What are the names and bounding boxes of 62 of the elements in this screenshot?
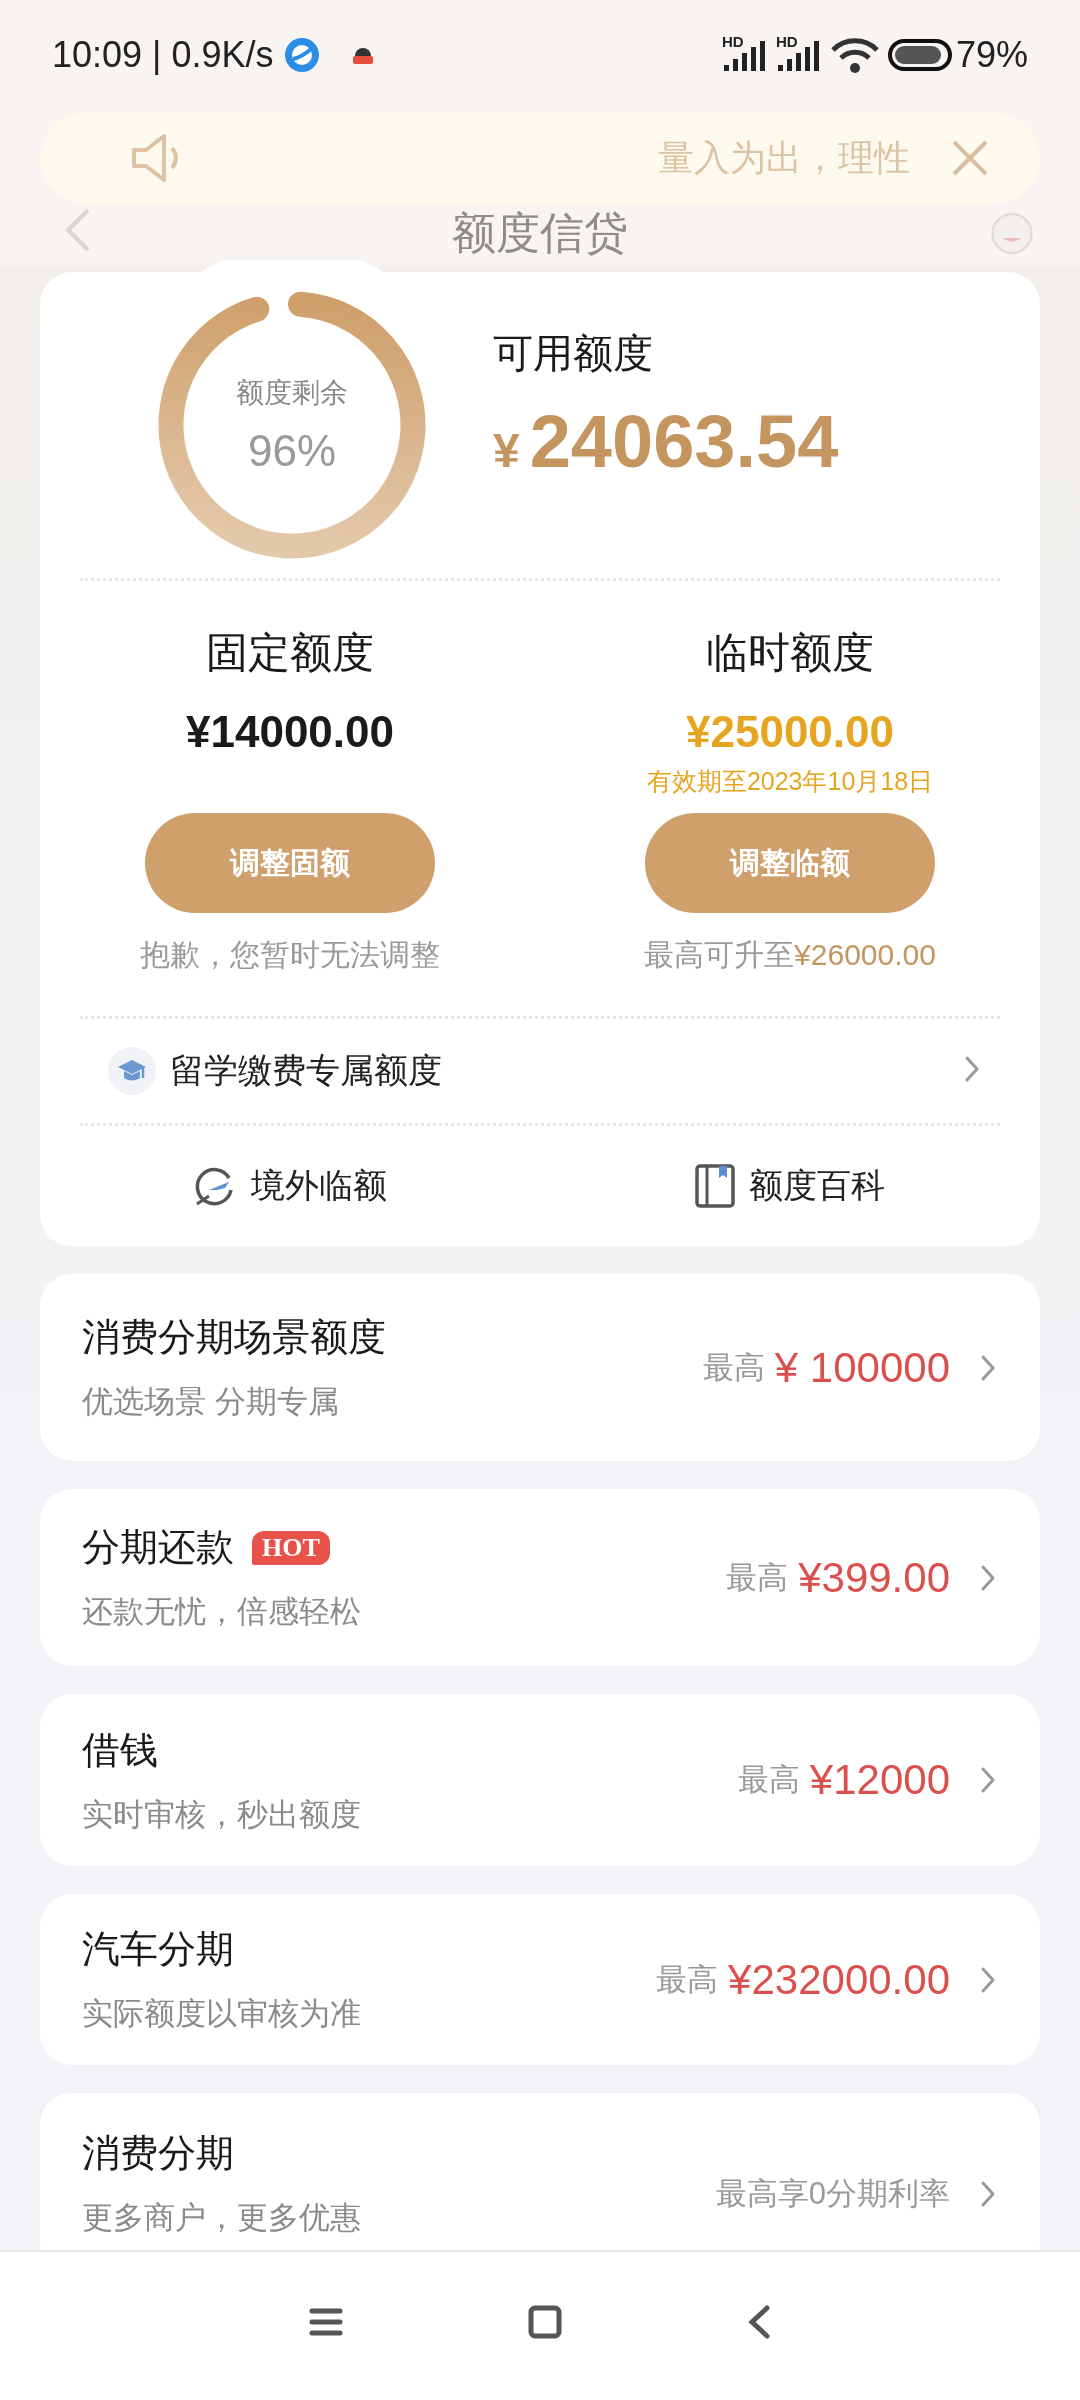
chevron-right-icon	[980, 1563, 996, 1592]
ring-percent: 96%	[247, 426, 337, 476]
available-amount: 24063.54	[529, 399, 839, 484]
study-fee-row[interactable]: 留学缴费专属额度	[40, 1019, 1040, 1123]
max-amount: ¥26000.00	[794, 938, 936, 971]
chevron-right-icon	[980, 1766, 996, 1794]
max-amount: ¥399.00	[798, 1553, 950, 1602]
product-card[interactable]: 分期还款 HOT 还款无忧，倍感轻松 最高 ¥399.00	[40, 1489, 1040, 1666]
available-label: 可用额度	[493, 330, 654, 377]
book-icon	[695, 1164, 735, 1208]
note-text: 最高可升至	[644, 938, 795, 971]
product-title: 分期还款	[82, 1525, 234, 1570]
validity-date: 有效期至2023年10月18日	[646, 766, 934, 795]
limit-title: 固定额度	[206, 628, 374, 678]
chevron-right-icon	[964, 1054, 980, 1083]
menu-icon[interactable]	[309, 2307, 343, 2337]
hot-badge: HOT	[252, 1530, 330, 1565]
ring-label: 额度剩余	[236, 376, 348, 410]
network-speed: 0.9K/s	[171, 34, 274, 76]
max-amount: ¥232000.00	[728, 1955, 950, 2004]
limit-prefix: 最高	[702, 1348, 765, 1387]
product-card[interactable]: 消费分期 更多商户，更多优惠 最高享0分期利率	[40, 2093, 1040, 2250]
product-title: 消费分期场景额度	[82, 1315, 386, 1360]
max-amount: ¥ 100000	[774, 1343, 950, 1392]
limit-prefix: 最高	[737, 1761, 800, 1799]
product-title: 消费分期	[82, 2130, 234, 2176]
product-subtitle: 更多商户，更多优惠	[82, 2198, 361, 2237]
battery-percent: 79%	[955, 34, 1028, 76]
chevron-right-icon	[980, 1353, 996, 1382]
home-icon[interactable]	[528, 2305, 562, 2339]
page-title: 额度信贷	[452, 206, 628, 259]
battery-icon	[887, 39, 952, 71]
browser-app-icon	[283, 37, 320, 73]
product-card[interactable]: 消费分期场景额度 优选场景 分期专属 最高 ¥ 100000	[40, 1274, 1040, 1461]
product-card[interactable]: 汽车分期 实际额度以审核为准 最高 ¥232000.00	[40, 1894, 1040, 2065]
limit-title: 临时额度	[706, 628, 874, 678]
limit-prefix: 最高	[726, 1558, 789, 1597]
product-subtitle: 实时审核，秒出额度	[82, 1795, 361, 1834]
limit-amount: ¥14000.00	[186, 707, 394, 757]
back-icon[interactable]	[747, 2304, 771, 2340]
note-text: 抱歉，您暂时无法调整	[140, 938, 440, 971]
separator-text: |	[152, 34, 162, 76]
shortcut-link[interactable]: 额度百科	[540, 1163, 1040, 1209]
wifi-icon	[829, 36, 880, 74]
shortcut-link[interactable]: 境外临额	[40, 1163, 540, 1209]
clock-time: 10:09	[52, 34, 143, 76]
product-subtitle: 优选场景 分期专属	[82, 1383, 340, 1421]
product-subtitle: 还款无忧，倍感轻松	[82, 1593, 361, 1631]
product-subtitle: 实际额度以审核为准	[82, 1995, 361, 2033]
product-title: 汽车分期	[82, 1927, 234, 1972]
graduation-cap-icon	[108, 1047, 156, 1095]
chevron-right-icon	[980, 2180, 996, 2208]
product-card[interactable]: 借钱 实时审核，秒出额度 最高 ¥12000	[40, 1694, 1040, 1866]
chevron-right-icon	[980, 1965, 996, 1994]
limit-amount: ¥25000.00	[686, 707, 894, 757]
limit-prefix: 最高	[656, 1960, 719, 1999]
notice-text: 量入为出，理性	[658, 135, 910, 180]
currency-symbol: ¥	[493, 423, 520, 478]
product-title: 借钱	[82, 1727, 158, 1773]
max-amount: ¥12000	[809, 1756, 950, 1804]
study-fee-label: 留学缴费专属额度	[170, 1050, 442, 1091]
limit-prefix: 最高享0分期利率	[715, 2175, 950, 2213]
